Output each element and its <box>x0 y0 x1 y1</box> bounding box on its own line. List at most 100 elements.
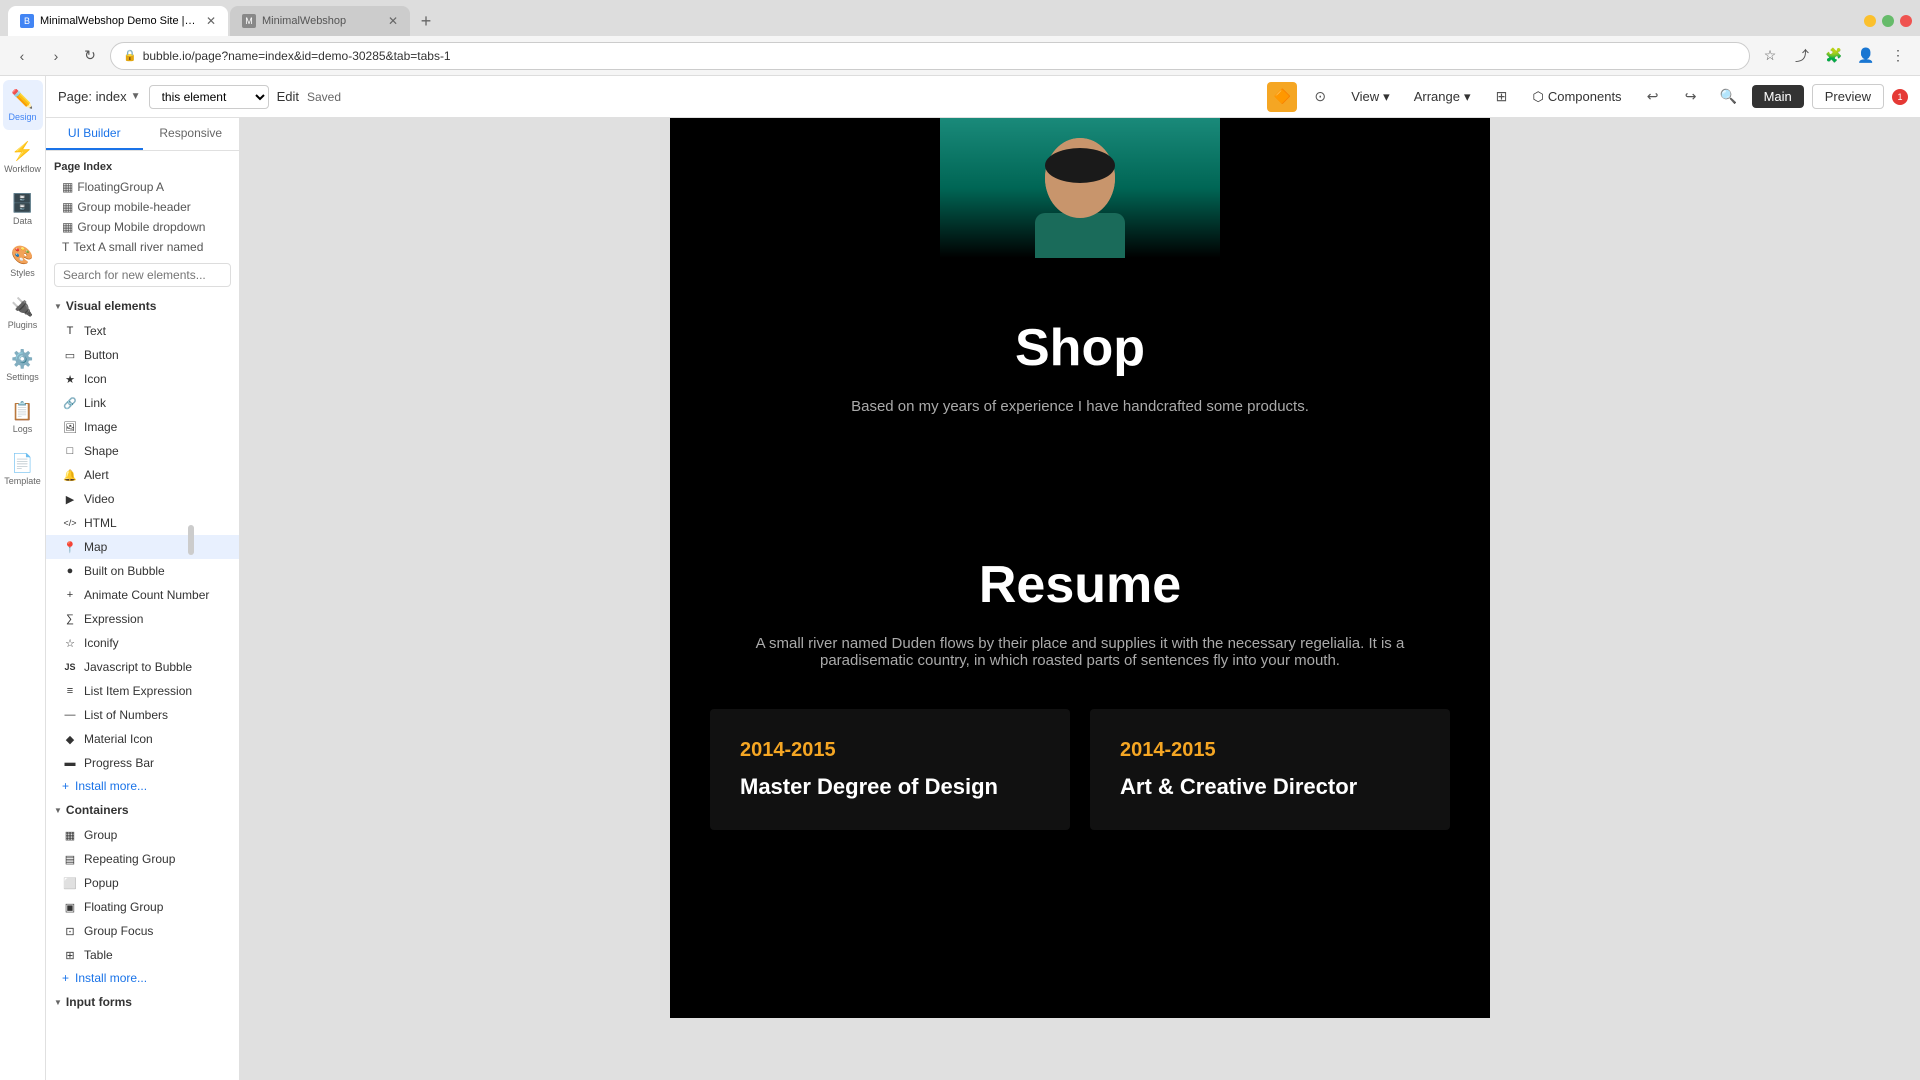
styles-label: Styles <box>10 268 35 278</box>
element-selector[interactable]: this element <box>149 85 269 109</box>
left-panel: UI Builder Responsive Page Index ▦ Float… <box>46 118 240 1080</box>
element-repeating-group[interactable]: ▤ Repeating Group <box>46 847 239 871</box>
containers-toggle[interactable]: ▼ Containers <box>46 797 239 823</box>
html-element-icon: </> <box>62 515 78 531</box>
element-video[interactable]: ▶ Video <box>46 487 239 511</box>
element-javascript-to-bubble[interactable]: JS Javascript to Bubble <box>46 655 239 679</box>
main-canvas[interactable]: Shop Based on my years of experience I h… <box>240 118 1920 1080</box>
element-popup[interactable]: ⬜ Popup <box>46 871 239 895</box>
page-selector[interactable]: Page: index ▼ <box>58 89 141 104</box>
element-floating-group[interactable]: ▣ Floating Group <box>46 895 239 919</box>
element-iconify[interactable]: ☆ Iconify <box>46 631 239 655</box>
element-shape[interactable]: □ Shape <box>46 439 239 463</box>
element-group-focus[interactable]: ⊡ Group Focus <box>46 919 239 943</box>
address-bar[interactable]: 🔒 bubble.io/page?name=index&id=demo-3028… <box>110 42 1750 70</box>
reload-button[interactable]: ↻ <box>76 42 104 70</box>
search-btn[interactable]: 🔍 <box>1714 82 1744 112</box>
element-built-on-bubble[interactable]: ● Built on Bubble <box>46 559 239 583</box>
bubble-icon-btn[interactable]: 🔶 <box>1267 82 1297 112</box>
window-close[interactable] <box>1900 15 1912 27</box>
element-button[interactable]: ▭ Button <box>46 343 239 367</box>
tab-inactive[interactable]: M MinimalWebshop ✕ <box>230 6 410 36</box>
sidebar-item-plugins[interactable]: 🔌 Plugins <box>3 288 43 338</box>
resume-card-title-1: Art & Creative Director <box>1120 774 1420 800</box>
tab-title-1: MinimalWebshop Demo Site | Bu... <box>40 15 196 27</box>
forward-button[interactable]: › <box>42 42 70 70</box>
element-alert[interactable]: 🔔 Alert <box>46 463 239 487</box>
view-chevron-icon: ▾ <box>1383 89 1390 105</box>
element-animate-count[interactable]: + Animate Count Number <box>46 583 239 607</box>
tree-item-group-mobile-header[interactable]: ▦ Group mobile-header <box>46 197 239 217</box>
shop-section: Shop Based on my years of experience I h… <box>670 258 1490 495</box>
tab-active[interactable]: B MinimalWebshop Demo Site | Bu... ✕ <box>8 6 228 36</box>
element-search-input[interactable] <box>54 263 231 287</box>
video-label: Video <box>84 492 114 506</box>
design-label: Design <box>8 112 36 122</box>
view-button[interactable]: View ▾ <box>1343 85 1397 109</box>
edit-link[interactable]: Edit <box>277 89 299 104</box>
install-more-visual-btn[interactable]: + Install more... <box>46 775 239 797</box>
icon-sidebar: ✏️ Design ⚡ Workflow 🗄️ Data 🎨 Styles 🔌 … <box>0 76 46 1080</box>
element-map[interactable]: 📍 Map <box>46 535 239 559</box>
tree-item-floating-group-a[interactable]: ▦ FloatingGroup A <box>46 177 239 197</box>
tab-ui-builder[interactable]: UI Builder <box>46 118 143 150</box>
element-text[interactable]: T Text <box>46 319 239 343</box>
sidebar-item-logs[interactable]: 📋 Logs <box>3 392 43 442</box>
sidebar-item-design[interactable]: ✏️ Design <box>3 80 43 130</box>
notification-badge[interactable]: 1 <box>1892 89 1908 105</box>
element-html[interactable]: </> HTML <box>46 511 239 535</box>
image-element-icon: 🖼 <box>62 419 78 435</box>
progress-bar-label: Progress Bar <box>84 756 154 770</box>
sidebar-item-workflow[interactable]: ⚡ Workflow <box>3 132 43 182</box>
tree-item-text-small-river[interactable]: T Text A small river named <box>46 237 239 257</box>
main-button[interactable]: Main <box>1752 85 1804 108</box>
element-material-icon[interactable]: ◆ Material Icon <box>46 727 239 751</box>
components-button[interactable]: ⬡ Components <box>1524 85 1629 109</box>
visual-elements-toggle[interactable]: ▼ Visual elements <box>46 293 239 319</box>
resume-year-1: 2014-2015 <box>1120 739 1420 762</box>
sidebar-item-template[interactable]: 📄 Template <box>3 444 43 494</box>
js-to-bubble-label: Javascript to Bubble <box>84 660 192 674</box>
element-icon[interactable]: ★ Icon <box>46 367 239 391</box>
element-progress-bar[interactable]: ▬ Progress Bar <box>46 751 239 775</box>
sidebar-item-settings[interactable]: ⚙️ Settings <box>3 340 43 390</box>
grid-icon-btn[interactable]: ⊞ <box>1486 82 1516 112</box>
back-button[interactable]: ‹ <box>8 42 36 70</box>
tree-item-group-mobile-dropdown[interactable]: ▦ Group Mobile dropdown <box>46 217 239 237</box>
window-minimize[interactable] <box>1864 15 1876 27</box>
share-icon[interactable]: ⤴ <box>1788 42 1816 70</box>
tab-responsive[interactable]: Responsive <box>143 118 240 150</box>
alert-label: Alert <box>84 468 109 482</box>
element-group[interactable]: ▦ Group <box>46 823 239 847</box>
panel-collapse-handle[interactable] <box>188 525 194 555</box>
undo-btn[interactable]: ↩ <box>1638 82 1668 112</box>
expression-label: Expression <box>84 612 143 626</box>
element-expression[interactable]: ∑ Expression <box>46 607 239 631</box>
menu-icon[interactable]: ⋮ <box>1884 42 1912 70</box>
bookmark-icon[interactable]: ☆ <box>1756 42 1784 70</box>
element-list-item-expression[interactable]: ≡ List Item Expression <box>46 679 239 703</box>
window-maximize[interactable] <box>1882 15 1894 27</box>
input-forms-toggle[interactable]: ▼ Input forms <box>46 989 239 1015</box>
arrange-button[interactable]: Arrange ▾ <box>1406 85 1479 109</box>
install-more-visual-label: Install more... <box>75 779 147 793</box>
sidebar-item-data[interactable]: 🗄️ Data <box>3 184 43 234</box>
alert-element-icon: 🔔 <box>62 467 78 483</box>
preview-button[interactable]: Preview <box>1812 84 1884 109</box>
element-table[interactable]: ⊞ Table <box>46 943 239 967</box>
components-icon: ⬡ <box>1532 89 1543 105</box>
profile-icon[interactable]: 👤 <box>1852 42 1880 70</box>
new-tab-button[interactable]: + <box>412 7 440 35</box>
search-toolbar-btn[interactable]: ⊙ <box>1305 82 1335 112</box>
element-link[interactable]: 🔗 Link <box>46 391 239 415</box>
redo-btn[interactable]: ↪ <box>1676 82 1706 112</box>
element-list-of-numbers[interactable]: — List of Numbers <box>46 703 239 727</box>
resume-section: Resume A small river named Duden flows b… <box>670 495 1490 890</box>
sidebar-item-styles[interactable]: 🎨 Styles <box>3 236 43 286</box>
tab-close-1[interactable]: ✕ <box>206 14 216 28</box>
tab-close-2[interactable]: ✕ <box>388 14 398 28</box>
element-image[interactable]: 🖼 Image <box>46 415 239 439</box>
extensions-icon[interactable]: 🧩 <box>1820 42 1848 70</box>
install-more-containers-btn[interactable]: + Install more... <box>46 967 239 989</box>
toolbar-left: Page: index ▼ this element Edit Saved <box>58 85 341 109</box>
